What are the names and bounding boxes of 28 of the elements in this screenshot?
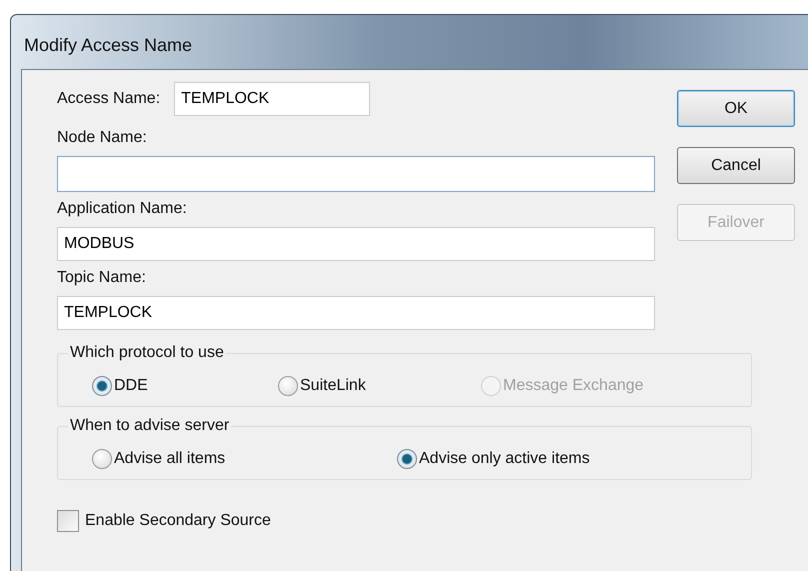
radio-label: DDE (114, 377, 148, 395)
radio-button[interactable] (397, 449, 417, 469)
radio-label: Advise only active items (419, 450, 590, 468)
radio-option[interactable]: Advise all items (92, 449, 397, 469)
radio-option[interactable]: DDE (92, 376, 278, 396)
group-title: Which protocol to use (69, 344, 225, 362)
dialog-button[interactable]: Cancel (677, 147, 795, 184)
radio-option[interactable]: Advise only active items (397, 449, 751, 469)
input-field[interactable]: TEMPLOCK (57, 296, 655, 330)
radio-label: Message Exchange (503, 377, 644, 395)
radio-label: SuiteLink (300, 377, 366, 395)
field-label: Node Name: (57, 129, 148, 147)
checkbox[interactable] (57, 510, 79, 532)
radio-label: Advise all items (114, 450, 226, 468)
group-title: When to advise server (69, 417, 230, 435)
window-title: Modify Access Name (23, 34, 192, 56)
input-field[interactable]: TEMPLOCK (174, 82, 370, 116)
radio-button[interactable] (92, 449, 112, 469)
radio-button[interactable] (278, 376, 298, 396)
input-field[interactable] (57, 156, 655, 192)
radio-button[interactable] (92, 376, 112, 396)
dialog-button[interactable]: OK (677, 90, 795, 127)
field-label: Topic Name: (57, 269, 147, 287)
radio-option[interactable]: SuiteLink (278, 376, 481, 396)
field-label: Application Name: (57, 200, 188, 218)
checkbox-label: Enable Secondary Source (85, 512, 271, 530)
field-label: Access Name: (57, 90, 160, 108)
input-field[interactable]: MODBUS (57, 227, 655, 261)
